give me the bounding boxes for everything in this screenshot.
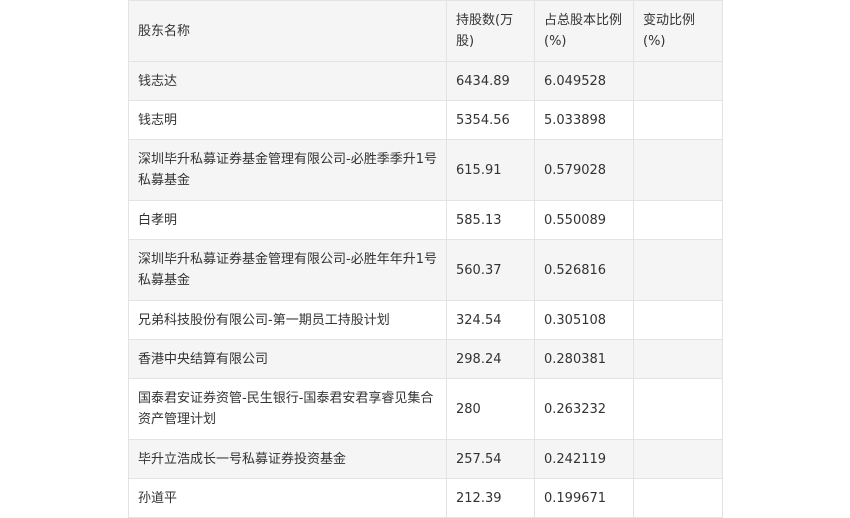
table-row: 深圳毕升私募证券基金管理有限公司-必胜年年升1号私募基金 560.37 0.52… xyxy=(128,239,723,301)
header-change: 变动比例(%) xyxy=(633,0,723,62)
table-row: 孙道平 212.39 0.199671 xyxy=(128,478,723,518)
cell-name: 深圳毕升私募证券基金管理有限公司-必胜季季升1号私募基金 xyxy=(128,139,447,201)
cell-name: 毕升立浩成长一号私募证券投资基金 xyxy=(128,439,447,479)
table-row: 香港中央结算有限公司 298.24 0.280381 xyxy=(128,339,723,379)
cell-ratio: 0.242119 xyxy=(534,439,634,479)
cell-name: 钱志明 xyxy=(128,100,447,140)
header-ratio: 占总股本比例(%) xyxy=(534,0,634,62)
cell-name: 香港中央结算有限公司 xyxy=(128,339,447,379)
cell-shares: 280 xyxy=(446,378,535,440)
cell-ratio: 0.199671 xyxy=(534,478,634,518)
cell-shares: 324.54 xyxy=(446,300,535,340)
cell-shares: 5354.56 xyxy=(446,100,535,140)
table-row: 钱志达 6434.89 6.049528 xyxy=(128,61,723,101)
table-row: 钱志明 5354.56 5.033898 xyxy=(128,100,723,140)
cell-shares: 298.24 xyxy=(446,339,535,379)
cell-shares: 615.91 xyxy=(446,139,535,201)
cell-shares: 6434.89 xyxy=(446,61,535,101)
cell-ratio: 0.305108 xyxy=(534,300,634,340)
cell-shares: 585.13 xyxy=(446,200,535,240)
table-row: 兄弟科技股份有限公司-第一期员工持股计划 324.54 0.305108 xyxy=(128,300,723,340)
cell-change xyxy=(633,378,723,440)
shareholder-table: 股东名称 持股数(万股) 占总股本比例(%) 变动比例(%) 钱志达 6434.… xyxy=(128,0,723,518)
table-row: 深圳毕升私募证券基金管理有限公司-必胜季季升1号私募基金 615.91 0.57… xyxy=(128,139,723,201)
cell-ratio: 0.550089 xyxy=(534,200,634,240)
cell-change xyxy=(633,139,723,201)
cell-name: 国泰君安证券资管-民生银行-国泰君安君享睿见集合资产管理计划 xyxy=(128,378,447,440)
cell-name: 深圳毕升私募证券基金管理有限公司-必胜年年升1号私募基金 xyxy=(128,239,447,301)
cell-name: 兄弟科技股份有限公司-第一期员工持股计划 xyxy=(128,300,447,340)
cell-ratio: 0.280381 xyxy=(534,339,634,379)
cell-change xyxy=(633,239,723,301)
cell-change xyxy=(633,439,723,479)
cell-shares: 560.37 xyxy=(446,239,535,301)
cell-shares: 257.54 xyxy=(446,439,535,479)
table-header-row: 股东名称 持股数(万股) 占总股本比例(%) 变动比例(%) xyxy=(128,0,723,62)
cell-ratio: 5.033898 xyxy=(534,100,634,140)
cell-name: 孙道平 xyxy=(128,478,447,518)
cell-change xyxy=(633,100,723,140)
table-row: 毕升立浩成长一号私募证券投资基金 257.54 0.242119 xyxy=(128,439,723,479)
cell-ratio: 6.049528 xyxy=(534,61,634,101)
cell-shares: 212.39 xyxy=(446,478,535,518)
cell-name: 白孝明 xyxy=(128,200,447,240)
header-shares: 持股数(万股) xyxy=(446,0,535,62)
header-shareholder-name: 股东名称 xyxy=(128,0,447,62)
cell-ratio: 0.526816 xyxy=(534,239,634,301)
cell-change xyxy=(633,200,723,240)
cell-name: 钱志达 xyxy=(128,61,447,101)
cell-change xyxy=(633,339,723,379)
cell-change xyxy=(633,478,723,518)
shareholder-table-container: 股东名称 持股数(万股) 占总股本比例(%) 变动比例(%) 钱志达 6434.… xyxy=(128,0,723,518)
cell-change xyxy=(633,300,723,340)
cell-change xyxy=(633,61,723,101)
cell-ratio: 0.263232 xyxy=(534,378,634,440)
table-row: 白孝明 585.13 0.550089 xyxy=(128,200,723,240)
cell-ratio: 0.579028 xyxy=(534,139,634,201)
table-row: 国泰君安证券资管-民生银行-国泰君安君享睿见集合资产管理计划 280 0.263… xyxy=(128,378,723,440)
